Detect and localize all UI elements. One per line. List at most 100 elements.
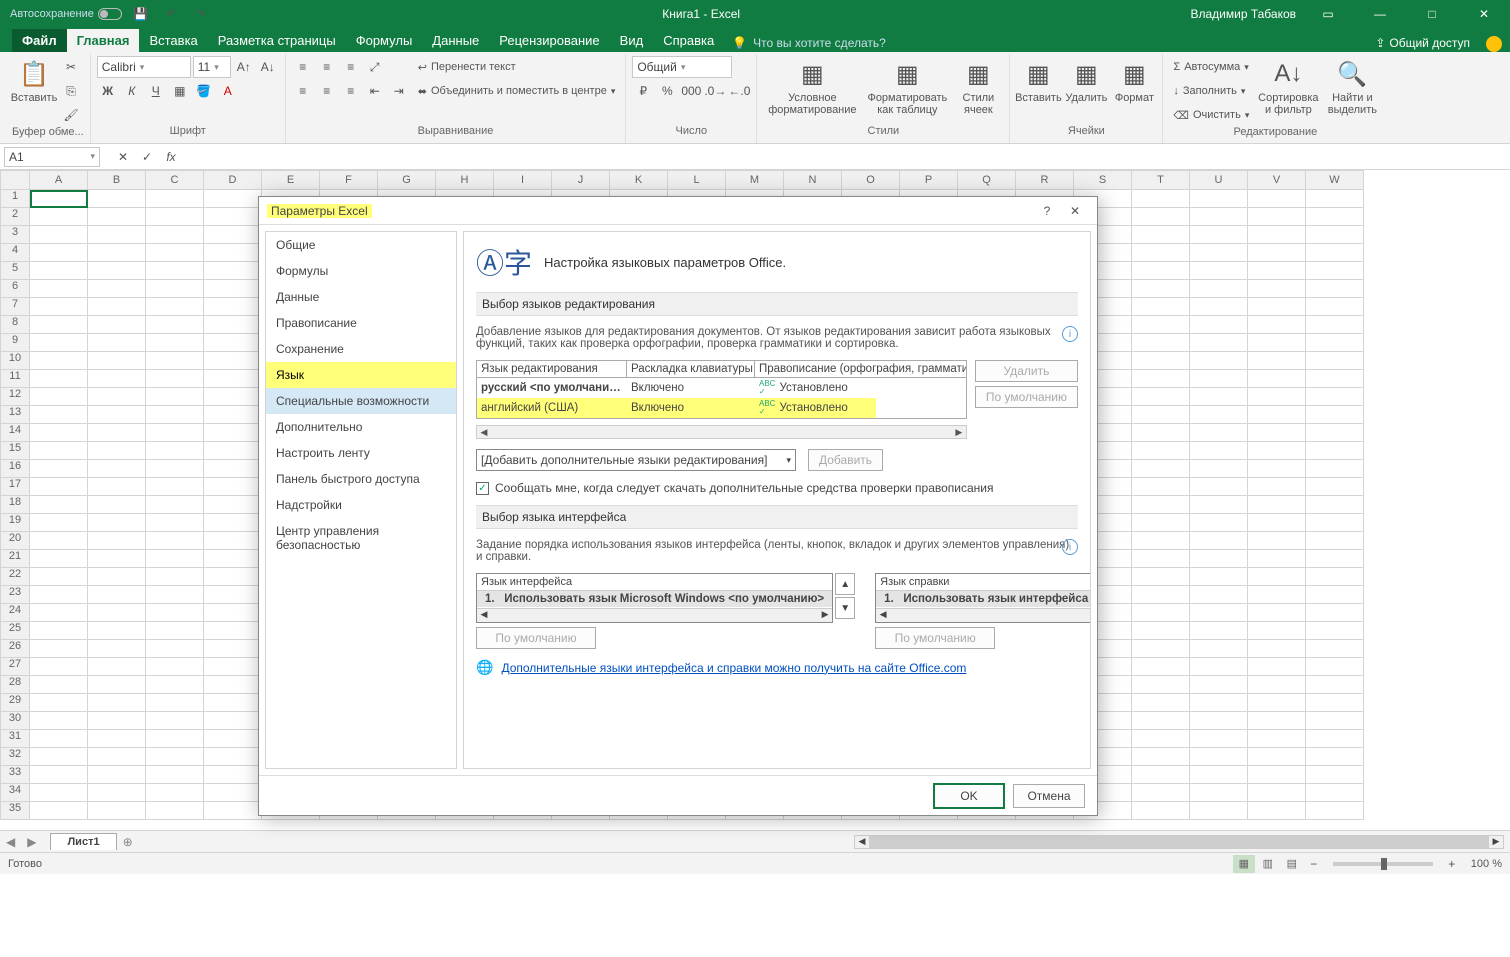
move-down-button[interactable]: ▼ [835, 597, 855, 619]
zoom-out-icon[interactable]: − [1303, 853, 1325, 875]
decrease-font-icon[interactable]: A↓ [257, 56, 279, 78]
select-all-button[interactable] [0, 170, 30, 190]
cell[interactable] [1248, 442, 1306, 460]
align-right-icon[interactable]: ≡ [340, 80, 362, 102]
cell[interactable] [1190, 658, 1248, 676]
cell[interactable] [88, 568, 146, 586]
cell[interactable] [1306, 784, 1364, 802]
view-pagebreak-icon[interactable]: ▤ [1281, 855, 1303, 873]
cell[interactable] [30, 784, 88, 802]
increase-decimal-icon[interactable]: .0→ [704, 80, 726, 102]
cell[interactable] [1248, 712, 1306, 730]
cell[interactable] [204, 244, 262, 262]
column-header[interactable]: J [552, 170, 610, 190]
cell[interactable] [1132, 604, 1190, 622]
cell[interactable] [204, 640, 262, 658]
cell[interactable] [30, 280, 88, 298]
cell[interactable] [30, 694, 88, 712]
cell[interactable] [1132, 748, 1190, 766]
cell[interactable] [88, 532, 146, 550]
cell[interactable] [1248, 604, 1306, 622]
ok-button[interactable]: OK [933, 783, 1005, 809]
row-header[interactable]: 31 [0, 730, 30, 748]
cell[interactable] [1306, 388, 1364, 406]
cell[interactable] [1306, 316, 1364, 334]
row-header[interactable]: 1 [0, 190, 30, 208]
cell[interactable] [88, 586, 146, 604]
dialog-close-icon[interactable]: ✕ [1061, 200, 1089, 222]
cell[interactable] [30, 334, 88, 352]
undo-icon[interactable]: ↶ [160, 3, 182, 25]
cell[interactable] [88, 226, 146, 244]
cell[interactable] [88, 658, 146, 676]
column-header[interactable]: N [784, 170, 842, 190]
cell[interactable] [1306, 244, 1364, 262]
row-header[interactable]: 32 [0, 748, 30, 766]
currency-icon[interactable]: ₽ [632, 80, 654, 102]
cell[interactable] [1190, 226, 1248, 244]
row-header[interactable]: 8 [0, 316, 30, 334]
cell[interactable] [1248, 298, 1306, 316]
cell[interactable] [1248, 208, 1306, 226]
align-center-icon[interactable]: ≡ [316, 80, 338, 102]
wrap-text-button[interactable]: ↩ Перенести текст [414, 56, 620, 78]
cell[interactable] [146, 298, 204, 316]
cell[interactable] [1306, 298, 1364, 316]
row-header[interactable]: 23 [0, 586, 30, 604]
merge-center-button[interactable]: ⬌ Объединить и поместить в центре ▾ [414, 80, 620, 102]
cell[interactable] [1248, 766, 1306, 784]
cell[interactable] [1132, 586, 1190, 604]
cell[interactable] [30, 532, 88, 550]
cell[interactable] [88, 514, 146, 532]
column-header[interactable]: S [1074, 170, 1132, 190]
col-language[interactable]: Язык редактирования [477, 361, 627, 378]
cell[interactable] [1132, 676, 1190, 694]
cell[interactable] [1248, 730, 1306, 748]
nav-general[interactable]: Общие [266, 232, 456, 258]
zoom-in-icon[interactable]: + [1441, 853, 1463, 875]
info-icon[interactable]: i [1062, 539, 1078, 555]
save-icon[interactable]: 💾 [130, 3, 152, 25]
cell[interactable] [1248, 244, 1306, 262]
cell[interactable] [1190, 766, 1248, 784]
cell[interactable] [1190, 532, 1248, 550]
close-icon[interactable]: ✕ [1464, 0, 1504, 28]
italic-icon[interactable]: К [121, 80, 143, 102]
cell[interactable] [204, 190, 262, 208]
cell[interactable] [1306, 676, 1364, 694]
cell[interactable] [1190, 298, 1248, 316]
column-header[interactable]: R [1016, 170, 1074, 190]
cell[interactable] [146, 604, 204, 622]
cell[interactable] [1190, 280, 1248, 298]
cell[interactable] [146, 496, 204, 514]
cell[interactable] [1132, 730, 1190, 748]
column-header[interactable]: L [668, 170, 726, 190]
row-header[interactable]: 21 [0, 550, 30, 568]
row-header[interactable]: 9 [0, 334, 30, 352]
autosave-toggle[interactable]: Автосохранение [10, 8, 122, 20]
cell[interactable] [1132, 712, 1190, 730]
cell[interactable] [204, 316, 262, 334]
cell[interactable] [88, 478, 146, 496]
cell[interactable] [1132, 442, 1190, 460]
cut-icon[interactable]: ✂ [60, 56, 82, 78]
cell[interactable] [146, 658, 204, 676]
cell[interactable] [1190, 550, 1248, 568]
cell[interactable] [1306, 532, 1364, 550]
column-header[interactable]: Q [958, 170, 1016, 190]
cell[interactable] [146, 442, 204, 460]
col-keyboard[interactable]: Раскладка клавиатуры [627, 361, 755, 378]
cell[interactable] [1248, 694, 1306, 712]
cell[interactable] [88, 190, 146, 208]
cell-styles-button[interactable]: ▦Стили ячеек [953, 56, 1003, 118]
cell[interactable] [146, 388, 204, 406]
cell[interactable] [1306, 478, 1364, 496]
cell[interactable] [1306, 424, 1364, 442]
cell[interactable] [88, 766, 146, 784]
cell[interactable] [1306, 766, 1364, 784]
cell[interactable] [1248, 676, 1306, 694]
cell[interactable] [1306, 622, 1364, 640]
cell[interactable] [1190, 568, 1248, 586]
cell[interactable] [1132, 496, 1190, 514]
cell[interactable] [30, 658, 88, 676]
